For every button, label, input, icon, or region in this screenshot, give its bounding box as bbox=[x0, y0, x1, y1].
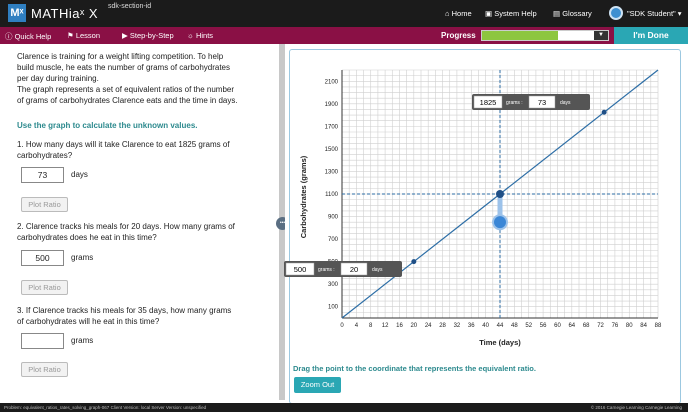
question-2-text: 2. Clarence tracks his meals for 20 days… bbox=[17, 222, 235, 242]
chevron-down-icon: ▾ bbox=[677, 9, 682, 18]
chevron-down-icon: ▼ bbox=[598, 32, 604, 38]
status-bar: Problem: equivalent_ratios_rates_solving… bbox=[0, 403, 688, 412]
status-right: © 2016 Carnegie Learning Carnegie Learni… bbox=[590, 405, 682, 410]
answer-1-field[interactable]: 73 bbox=[21, 167, 64, 183]
problem-pane: Clarence is training for a weight liftin… bbox=[0, 44, 279, 400]
zoom-out-button[interactable]: Zoom Out bbox=[294, 377, 341, 393]
avatar[interactable] bbox=[609, 6, 623, 20]
answer-3-unit: grams bbox=[71, 336, 94, 345]
problem-instruction: Use the graph to calculate the unknown v… bbox=[17, 121, 198, 130]
graph-instruction: Drag the point to the coordinate that re… bbox=[293, 364, 536, 373]
progress-bar: ▼ bbox=[481, 30, 609, 41]
answer-2-field[interactable]: 500 bbox=[21, 250, 64, 266]
graph-pane bbox=[285, 44, 688, 404]
lesson-button[interactable]: ⚑ Lesson bbox=[67, 31, 100, 40]
section-id: sdk-section-id bbox=[108, 3, 152, 10]
logo: Mˣ bbox=[8, 4, 26, 22]
nav-home[interactable]: ⌂ Home bbox=[445, 9, 472, 18]
graph-card bbox=[289, 49, 681, 404]
home-icon: ⌂ bbox=[445, 9, 450, 18]
app-window: Mˣ MATHiaˣ X sdk-section-id ⌂ Home ▣ Sys… bbox=[0, 0, 688, 412]
question-1-text: 1. How many days will it take Clarence t… bbox=[17, 140, 230, 160]
info-icon: ⓘ bbox=[5, 32, 13, 41]
book-icon: ▤ bbox=[553, 9, 561, 18]
tool-bar: ⓘ Quick Help ⚑ Lesson ▶ Step-by-Step ☼ H… bbox=[0, 27, 688, 44]
done-button[interactable]: I'm Done bbox=[614, 27, 688, 44]
progress-dropdown[interactable]: ▼ bbox=[594, 31, 608, 40]
step-icon: ▶ bbox=[122, 31, 128, 40]
progress-fill bbox=[482, 31, 558, 40]
quick-help-button[interactable]: ⓘ Quick Help bbox=[5, 31, 51, 42]
plot-ratio-3-button[interactable]: Plot Ratio bbox=[21, 362, 68, 377]
progress-label: Progress bbox=[441, 31, 476, 40]
bookmark-icon: ⚑ bbox=[67, 31, 74, 40]
problem-intro: Clarence is training for a weight liftin… bbox=[17, 52, 238, 105]
user-menu[interactable]: "SDK Student" ▾ bbox=[627, 9, 682, 18]
answer-2-unit: grams bbox=[71, 253, 94, 262]
plot-ratio-1-button[interactable]: Plot Ratio bbox=[21, 197, 68, 212]
nav-system-help[interactable]: ▣ System Help bbox=[485, 9, 537, 18]
lightbulb-icon: ☼ bbox=[187, 31, 194, 40]
question-3-text: 3. If Clarence tracks his meals for 35 d… bbox=[17, 306, 232, 326]
nav-glossary[interactable]: ▤ Glossary bbox=[553, 9, 592, 18]
app-name: MATHiaˣ X bbox=[31, 6, 99, 21]
answer-3-field[interactable] bbox=[21, 333, 64, 349]
answer-1-unit: days bbox=[71, 170, 88, 179]
top-bar: Mˣ MATHiaˣ X sdk-section-id ⌂ Home ▣ Sys… bbox=[0, 0, 688, 27]
plot-ratio-2-button[interactable]: Plot Ratio bbox=[21, 280, 68, 295]
status-left: Problem: equivalent_ratios_rates_solving… bbox=[4, 405, 207, 410]
hints-button[interactable]: ☼ Hints bbox=[187, 31, 213, 40]
help-icon: ▣ bbox=[485, 9, 493, 18]
step-by-step-button[interactable]: ▶ Step-by-Step bbox=[122, 31, 174, 40]
